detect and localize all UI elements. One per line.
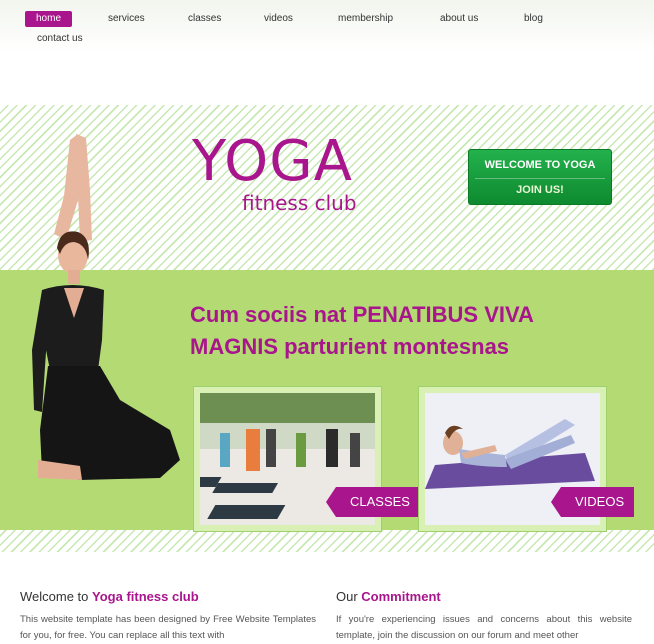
cta-divider [475, 178, 605, 179]
commitment-text: If you're experiencing issues and concer… [336, 614, 632, 641]
yoga-woman-image [32, 134, 180, 480]
nav-membership[interactable]: membership [338, 11, 393, 27]
commitment-heading: Our Commitment [336, 589, 441, 604]
nav-about-us[interactable]: about us [440, 11, 478, 27]
classes-card[interactable]: CLASSES [193, 386, 420, 532]
commitment-prefix: Our [336, 589, 362, 604]
headline-line-1: Cum sociis nat PENATIBUS VIVA [190, 302, 534, 327]
welcome-heading: Welcome to Yoga fitness club [20, 589, 199, 604]
nav-home[interactable]: home [25, 11, 73, 27]
welcome-prefix: Welcome to [20, 589, 93, 604]
nav-contact-us[interactable]: contact us [37, 31, 83, 47]
hero-headline: Cum sociis nat PENATIBUS VIVA MAGNIS par… [190, 299, 610, 363]
cta-join-text: JOIN US! [516, 184, 564, 196]
logo-subtitle: fitness club [242, 191, 357, 215]
commitment-highlight: Commitment [361, 589, 441, 604]
nav-classes[interactable]: classes [188, 11, 221, 27]
logo-title: YOGA [192, 129, 353, 194]
welcome-highlight: Yoga fitness club [92, 589, 199, 604]
top-navigation: home services classes videos membership … [0, 0, 654, 52]
welcome-text: This website template has been designed … [20, 614, 316, 641]
nav-services[interactable]: services [108, 11, 145, 27]
join-us-button[interactable]: WELCOME TO YOGA JOIN US! [468, 149, 612, 205]
nav-blog[interactable]: blog [524, 11, 543, 27]
cta-welcome-text: WELCOME TO YOGA [484, 159, 596, 171]
classes-tag[interactable]: CLASSES [326, 487, 420, 517]
nav-videos[interactable]: videos [264, 11, 293, 27]
videos-tag[interactable]: VIDEOS [550, 487, 635, 517]
videos-card[interactable]: VIDEOS [418, 386, 635, 532]
headline-line-2: MAGNIS parturient montesnas [190, 334, 510, 359]
